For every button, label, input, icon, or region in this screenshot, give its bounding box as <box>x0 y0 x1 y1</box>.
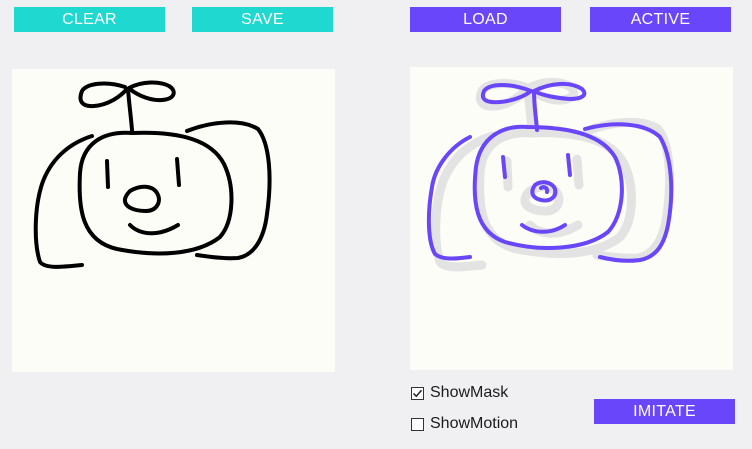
stroke-path <box>501 155 507 179</box>
stroke-path <box>127 80 176 103</box>
show-motion-option[interactable]: ShowMotion <box>411 415 518 433</box>
active-button[interactable]: ACTIVE <box>590 7 731 32</box>
show-mask-label: ShowMask <box>430 384 509 401</box>
load-button[interactable]: LOAD <box>410 7 561 32</box>
show-mask-checkbox[interactable] <box>411 386 424 400</box>
stroke-path <box>122 184 161 213</box>
drawing-canvas[interactable] <box>12 69 335 372</box>
stroke-path <box>78 81 129 109</box>
mask-layer <box>431 78 675 272</box>
show-mask-option[interactable]: ShowMask <box>411 384 508 402</box>
clear-button[interactable]: CLEAR <box>14 7 165 32</box>
stroke-path <box>566 153 572 177</box>
output-canvas <box>410 67 733 370</box>
save-button[interactable]: SAVE <box>192 7 333 32</box>
output-sketch <box>426 78 675 272</box>
show-motion-label: ShowMotion <box>430 415 519 432</box>
show-motion-checkbox[interactable] <box>411 417 424 431</box>
stroke-path <box>128 223 180 236</box>
stroke-path <box>126 87 134 132</box>
stroke-path <box>105 159 110 189</box>
imitate-button[interactable]: IMITATE <box>594 399 735 424</box>
user-sketch <box>33 80 272 269</box>
app-window: CLEAR SAVE LOAD ACTIVE ShowMask ShowMoti… <box>0 0 752 449</box>
stroke-path <box>175 157 181 187</box>
check-icon <box>412 389 423 397</box>
